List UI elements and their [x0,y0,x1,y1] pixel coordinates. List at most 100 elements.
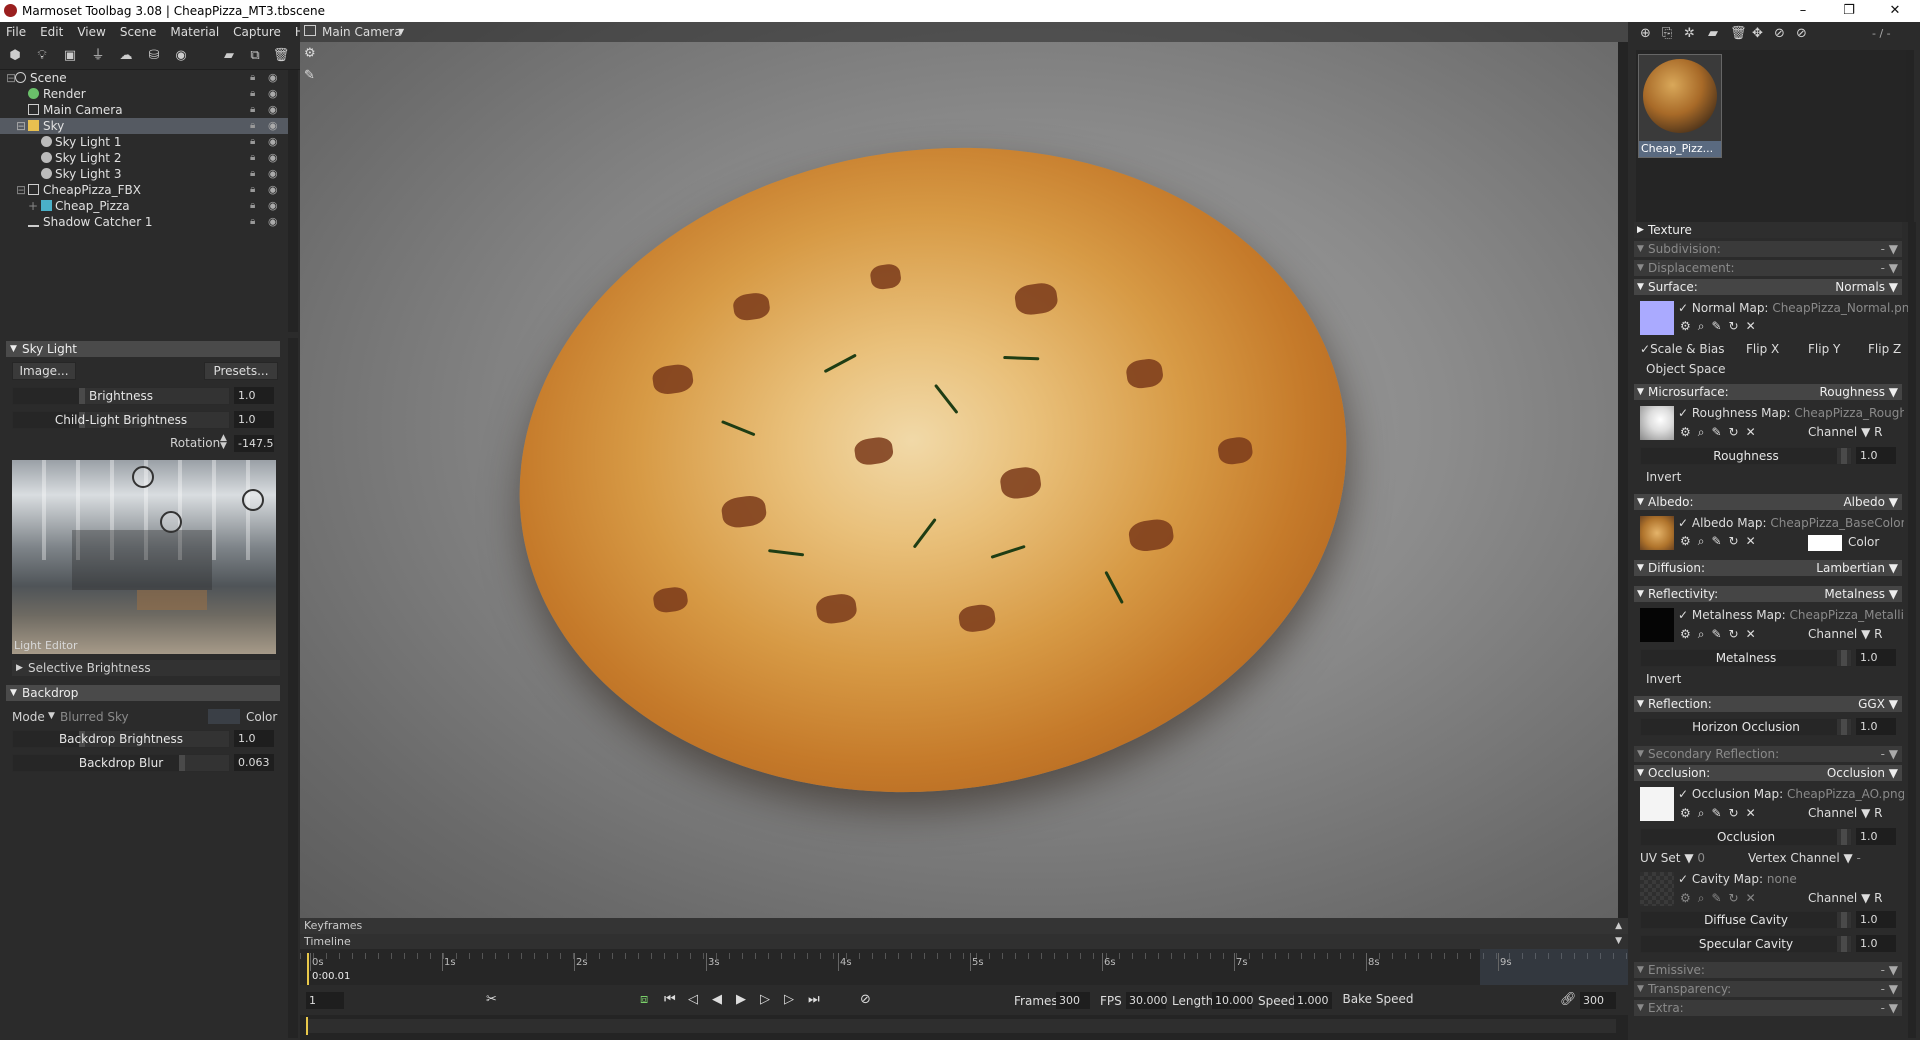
specular-cavity-slider[interactable]: Specular Cavity [1640,935,1852,953]
play-icon[interactable]: ▶ [736,992,746,1007]
lock-icon[interactable]: 🔒︎ [250,198,255,214]
occlusion-map-file[interactable]: CheapPizza_AO.png [1787,787,1904,801]
delete-icon[interactable]: 🗑︎ [272,48,290,64]
occlusion-select[interactable]: Occlusion ▼ [1827,765,1898,781]
lock-icon[interactable]: 🔒︎ [250,134,255,150]
delete-icon[interactable]: 🗑︎ [1730,26,1747,41]
dropdown-arrow-icon[interactable]: - ▼ [1881,1000,1898,1016]
tree-item-cheap-pizza[interactable]: + Cheap_Pizza 🔒︎ ◉ [0,198,288,214]
light-editor-panorama[interactable]: Light Editor [12,460,276,654]
rotation-value[interactable]: -147.5 [234,435,274,452]
material-name[interactable]: Cheap_Pizz... [1639,141,1721,157]
tree-item-scene[interactable]: ⊟ Scene 🔒︎ ◉ [0,70,288,86]
image-button[interactable]: Image... [12,362,76,380]
rotation-spinner-icon[interactable]: ▲ ▼ [220,434,227,451]
light-handle-icon[interactable] [160,511,182,533]
prev-key-icon[interactable]: ◁ [688,992,698,1007]
dropdown-arrow-icon[interactable]: - ▼ [1881,241,1898,257]
next-frame-icon[interactable]: ▷ [760,992,770,1007]
fps-value[interactable]: 30.000 [1126,992,1168,1009]
lock-icon[interactable]: 🔒︎ [250,70,255,86]
library-scrollbar[interactable] [1906,50,1914,222]
metalness-map-swatch[interactable] [1640,608,1674,642]
prev-frame-icon[interactable]: ◀ [712,992,722,1007]
timeline-bar[interactable]: Timeline ▼ [300,934,1628,949]
backdrop-blur-slider[interactable]: Backdrop Blur [12,754,230,772]
tree-item-shadow-catcher[interactable]: Shadow Catcher 1 🔒︎ ◉ [0,214,288,230]
brightness-value[interactable]: 1.0 [234,387,274,404]
eye-icon[interactable]: ◉ [268,70,278,86]
dropdown-arrow-icon[interactable]: ▼ [398,27,404,36]
eye-icon[interactable]: ◉ [268,86,278,102]
diffusion-select[interactable]: Lambertian ▼ [1816,560,1898,576]
diffuse-cavity-value[interactable]: 1.0 [1856,911,1896,928]
flip-x-checkbox[interactable]: Flip X [1746,342,1779,356]
pizza-model[interactable] [477,95,1389,845]
metalness-map-file[interactable]: CheapPizza_Metallic.png [1790,608,1904,622]
dropdown-arrow-icon[interactable]: ▼ [48,711,55,721]
lock-icon[interactable]: 🔒︎ [250,86,255,102]
add-shadow-catcher-icon[interactable]: ⏚ [89,48,107,64]
loop-icon[interactable]: ⧈ [640,992,648,1007]
reflection-select[interactable]: GGX ▼ [1858,696,1898,712]
emissive-header[interactable]: Emissive: - ▼ [1634,962,1902,978]
playhead[interactable] [307,953,309,985]
scale-bias-checkbox[interactable]: ✓Scale & Bias [1640,342,1725,356]
tree-item-sky-light-3[interactable]: Sky Light 3 🔒︎ ◉ [0,166,288,182]
microsurface-select[interactable]: Roughness ▼ [1819,384,1898,400]
channel-select[interactable]: Channel ▼ R [1808,891,1882,905]
viewport-settings-icon[interactable]: ⚙ [304,46,316,61]
object-space-checkbox[interactable]: Object Space [1646,362,1725,376]
flip-y-checkbox[interactable]: Flip Y [1808,342,1840,356]
backdrop-brightness-slider[interactable]: Backdrop Brightness [12,730,230,748]
roughness-map-swatch[interactable] [1640,406,1674,440]
tree-scrollbar[interactable] [288,70,298,332]
collapse-icon[interactable]: ⊟ [16,118,26,134]
invert-checkbox[interactable]: Invert [1646,672,1681,686]
lock-icon[interactable]: 🔒︎ [250,214,255,230]
roughness-map-file[interactable]: CheapPizza_Roughness [1794,406,1904,420]
eye-icon[interactable]: ◉ [268,182,278,198]
add-light-icon[interactable]: 💡︎ [33,48,51,64]
close-button[interactable]: ✕ [1872,0,1918,22]
roughness-value[interactable]: 1.0 [1856,447,1896,464]
eye-icon[interactable]: ◉ [268,102,278,118]
add-fog-icon[interactable]: ☁ [117,48,135,64]
light-handle-icon[interactable] [132,466,154,488]
lock-icon[interactable]: 🔒︎ [250,118,255,134]
material-scrollbar[interactable] [1908,222,1916,1038]
cavity-map-file[interactable]: none [1767,872,1797,886]
folder-icon[interactable]: ▰ [220,48,238,64]
duplicate-icon[interactable]: ⧉ [246,48,264,64]
tree-item-cheappizza-fbx[interactable]: ⊟ CheapPizza_FBX 🔒︎ ◉ [0,182,288,198]
lock-icon[interactable]: 🔒︎ [250,102,255,118]
normal-map-file[interactable]: CheapPizza_Normal.png [1772,301,1917,315]
camera-select[interactable]: Main Camera [322,25,402,39]
albedo-select[interactable]: Albedo ▼ [1843,494,1898,510]
add-turntable-icon[interactable]: ⛁ [145,48,163,64]
menu-scene[interactable]: Scene [120,25,157,39]
brightness-slider[interactable]: Brightness [12,387,230,405]
horizon-occlusion-value[interactable]: 1.0 [1856,718,1896,735]
picker-icon[interactable]: ✥ [1752,26,1763,41]
copy-material-icon[interactable]: ⎘ [1662,26,1672,41]
lock-icon[interactable]: 🔒︎ [250,166,255,182]
backdrop-color-swatch[interactable] [208,709,240,724]
properties-scrollbar[interactable] [288,338,298,1038]
length-value[interactable]: 10.000 [1212,992,1254,1009]
light-handle-icon[interactable] [242,489,264,511]
menu-view[interactable]: View [77,25,105,39]
reflection-header[interactable]: Reflection: GGX ▼ [1634,696,1902,712]
speed-value[interactable]: 1.000 [1294,992,1332,1009]
restore-button[interactable]: ❐ [1826,0,1872,22]
reflectivity-header[interactable]: Reflectivity: Metalness ▼ [1634,586,1902,602]
tree-item-sky-light-1[interactable]: Sky Light 1 🔒︎ ◉ [0,134,288,150]
keyframe-tool-icon[interactable]: ✂ [486,992,497,1007]
mode-select[interactable]: Blurred Sky [60,710,129,724]
dropdown-arrow-icon[interactable]: - ▼ [1881,962,1898,978]
menu-edit[interactable]: Edit [40,25,63,39]
map-tools-icon[interactable]: ⚙⌕✎↻✕ [1680,806,1763,821]
roughness-slider[interactable]: Roughness [1640,447,1852,465]
map-tools-icon[interactable]: ⚙⌕✎↻✕ [1680,891,1763,906]
texture-header[interactable]: Texture [1634,222,1902,238]
